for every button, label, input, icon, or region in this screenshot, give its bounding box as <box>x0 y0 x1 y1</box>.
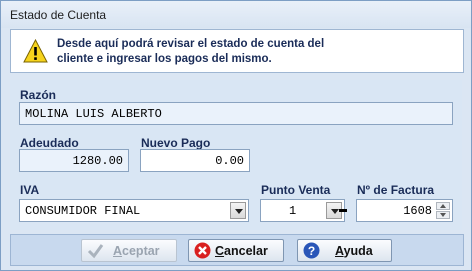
punto-venta-selected-value: 1 <box>289 204 297 218</box>
nuevo-pago-label: Nuevo Pago <box>141 136 211 150</box>
ayuda-label: Ayuda <box>335 244 373 258</box>
punto-venta-select[interactable]: 1 <box>260 199 345 222</box>
info-line-2: cliente e ingresar los pagos del mismo. <box>57 53 272 65</box>
separator-dash <box>339 209 347 212</box>
button-bar: Aceptar Cancelar ? Ayuda <box>10 234 464 266</box>
info-text: Desde aquí podrá revisar el estado de cu… <box>57 37 324 67</box>
spin-up-icon[interactable] <box>436 202 450 210</box>
info-banner: Desde aquí podrá revisar el estado de cu… <box>10 29 464 73</box>
factura-value: 1608 <box>403 204 432 218</box>
estado-cuenta-dialog: Estado de Cuenta Desde aquí podrá revisa… <box>0 0 472 271</box>
title-bar[interactable]: Estado de Cuenta <box>1 1 471 28</box>
cancelar-label: Cancelar <box>215 244 268 258</box>
aceptar-button[interactable]: Aceptar <box>81 239 177 262</box>
svg-text:?: ? <box>308 244 315 258</box>
check-icon <box>87 244 104 259</box>
cancelar-button[interactable]: Cancelar <box>188 239 284 262</box>
iva-selected-value: CONSUMIDOR FINAL <box>25 204 141 218</box>
aceptar-label: Aceptar <box>113 244 160 258</box>
factura-label: Nº de Factura <box>357 183 435 197</box>
iva-select[interactable]: CONSUMIDOR FINAL <box>19 199 249 222</box>
ayuda-button[interactable]: ? Ayuda <box>297 239 392 262</box>
factura-spinner[interactable] <box>436 202 450 219</box>
razon-field[interactable]: MOLINA LUIS ALBERTO <box>19 102 453 125</box>
cancel-icon <box>194 242 211 259</box>
adeudado-label: Adeudado <box>20 136 79 150</box>
info-line-1: Desde aquí podrá revisar el estado de cu… <box>57 38 325 50</box>
help-icon: ? <box>303 242 320 259</box>
iva-dropdown-icon[interactable] <box>230 202 246 219</box>
nuevo-pago-input[interactable]: 0.00 <box>140 149 250 172</box>
adeudado-field[interactable]: 1280.00 <box>19 149 129 172</box>
window-title: Estado de Cuenta <box>10 8 107 22</box>
spin-down-icon[interactable] <box>436 211 450 219</box>
razon-label: Razón <box>20 88 56 102</box>
factura-input[interactable]: 1608 <box>356 199 453 222</box>
iva-label: IVA <box>20 183 40 197</box>
warning-icon <box>23 39 48 63</box>
punto-venta-label: Punto Venta <box>261 183 331 197</box>
